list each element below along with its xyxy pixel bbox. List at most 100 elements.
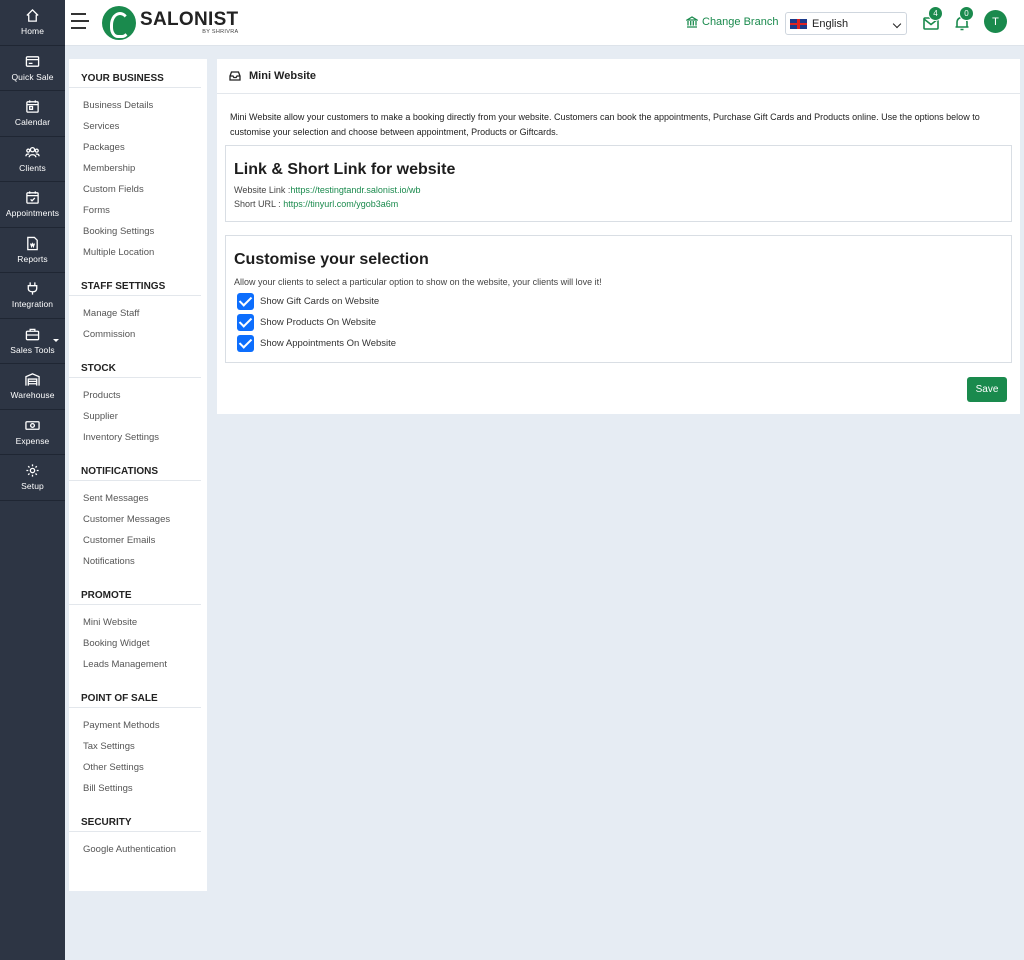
sidebar-item-inventory-settings[interactable]: Inventory Settings xyxy=(69,427,207,448)
sidebar-item-mini-website[interactable]: Mini Website xyxy=(69,612,207,633)
option-label: Show Appointments On Website xyxy=(260,338,397,349)
sidebar-item-google-authentication[interactable]: Google Authentication xyxy=(69,839,207,860)
money-icon xyxy=(25,420,40,430)
website-link[interactable]: https://testingtandr.salonist.io/wb xyxy=(290,185,420,195)
sidebar-item-notifications[interactable]: Notifications xyxy=(69,551,207,572)
sidebar-item-packages[interactable]: Packages xyxy=(69,137,207,158)
logo-name: SALONIST xyxy=(140,9,239,31)
rail-label: Quick Sale xyxy=(11,71,54,82)
sidebar-item-tax-settings[interactable]: Tax Settings xyxy=(69,736,207,757)
hamburger-menu-icon[interactable] xyxy=(71,13,89,31)
rail-label: Calendar xyxy=(14,117,51,128)
calendar-icon xyxy=(26,100,39,114)
sidebar-item-leads-management[interactable]: Leads Management xyxy=(69,654,207,675)
rail-label: Sales Tools xyxy=(10,344,55,355)
notification-count-badge: 0 xyxy=(959,6,974,21)
checkbox-checked[interactable] xyxy=(237,335,254,352)
mail-button[interactable]: 4 xyxy=(922,6,943,32)
short-url-link[interactable]: https://tinyurl.com/ygob3a6m xyxy=(283,199,398,209)
section-title-stock: STOCK xyxy=(69,357,201,378)
rail-item-warehouse[interactable]: Warehouse xyxy=(0,364,65,410)
rail-item-setup[interactable]: Setup xyxy=(0,455,65,501)
rail-label: Reports xyxy=(17,253,48,264)
page-title: Mini Website xyxy=(249,70,317,82)
mini-website-panel: Mini Website Mini Website allow your cus… xyxy=(217,59,1020,414)
sidebar-item-products[interactable]: Products xyxy=(69,385,207,406)
option-appointments[interactable]: Show Appointments On Website xyxy=(226,333,1011,354)
avatar[interactable]: T xyxy=(984,10,1007,33)
sidebar-item-custom-fields[interactable]: Custom Fields xyxy=(69,179,207,200)
rail-item-expense[interactable]: Expense xyxy=(0,410,65,455)
chevron-down-icon xyxy=(892,19,902,29)
sidebar-item-customer-emails[interactable]: Customer Emails xyxy=(69,530,207,551)
sidebar-item-commission[interactable]: Commission xyxy=(69,324,207,345)
sidebar-item-booking-widget[interactable]: Booking Widget xyxy=(69,633,207,654)
section-title-promote: PROMOTE xyxy=(69,584,201,605)
option-products[interactable]: Show Products On Website xyxy=(226,312,1011,333)
rail-item-calendar[interactable]: Calendar xyxy=(0,91,65,137)
rail-label: Home xyxy=(20,26,45,37)
briefcase-icon xyxy=(25,328,40,341)
language-select[interactable]: English xyxy=(785,12,907,35)
option-gift-cards[interactable]: Show Gift Cards on Website xyxy=(226,291,1011,312)
clients-icon xyxy=(25,146,40,158)
app-rail: Home Quick Sale Calendar Clients Appoint… xyxy=(0,0,65,960)
sidebar-item-other-settings[interactable]: Other Settings xyxy=(69,757,207,778)
option-label: Show Products On Website xyxy=(260,317,376,328)
sidebar-item-membership[interactable]: Membership xyxy=(69,158,207,179)
links-card: Link & Short Link for website Website Li… xyxy=(225,145,1012,222)
rail-item-clients[interactable]: Clients xyxy=(0,137,65,182)
panel-header: Mini Website xyxy=(217,59,1020,94)
customise-card: Customise your selection Allow your clie… xyxy=(225,235,1012,363)
sidebar-item-payment-methods[interactable]: Payment Methods xyxy=(69,715,207,736)
sidebar-item-multiple-location[interactable]: Multiple Location xyxy=(69,242,207,263)
sidebar-item-sent-messages[interactable]: Sent Messages xyxy=(69,488,207,509)
rail-item-quick-sale[interactable]: Quick Sale xyxy=(0,46,65,91)
sidebar-item-booking-settings[interactable]: Booking Settings xyxy=(69,221,207,242)
save-button[interactable]: Save xyxy=(967,377,1007,402)
sidebar-item-bill-settings[interactable]: Bill Settings xyxy=(69,778,207,799)
gear-icon xyxy=(26,464,39,477)
section-title-staff-settings: STAFF SETTINGS xyxy=(69,275,201,296)
rail-label: Appointments xyxy=(5,208,60,219)
language-value: English xyxy=(812,17,849,30)
settings-sidebar: YOUR BUSINESS Business Details Services … xyxy=(69,59,207,891)
rail-item-integration[interactable]: Integration xyxy=(0,273,65,319)
rail-item-sales-tools[interactable]: Sales Tools xyxy=(0,319,65,364)
warehouse-icon xyxy=(25,373,40,386)
quick-sale-icon xyxy=(25,55,40,67)
customise-subtitle: Allow your clients to select a particula… xyxy=(234,277,602,287)
mail-count-badge: 4 xyxy=(928,6,943,21)
rail-label: Integration xyxy=(11,299,54,310)
short-url-row: Short URL : https://tinyurl.com/ygob3a6m xyxy=(226,199,1011,209)
rail-label: Setup xyxy=(21,481,44,492)
top-header: SALONIST BY SHRIVRA Change Branch Englis… xyxy=(65,0,1024,46)
change-branch-link[interactable]: Change Branch xyxy=(686,16,778,28)
rail-item-reports[interactable]: Reports xyxy=(0,228,65,273)
short-url-label: Short URL : xyxy=(234,199,284,209)
sidebar-item-forms[interactable]: Forms xyxy=(69,200,207,221)
uk-flag-icon xyxy=(790,18,807,29)
logo-subtitle: BY SHRIVRA xyxy=(202,29,239,36)
sidebar-item-manage-staff[interactable]: Manage Staff xyxy=(69,303,207,324)
rail-item-home[interactable]: Home xyxy=(0,0,65,46)
reports-icon xyxy=(27,236,38,250)
customise-heading: Customise your selection xyxy=(234,251,429,268)
sidebar-item-customer-messages[interactable]: Customer Messages xyxy=(69,509,207,530)
checkbox-checked[interactable] xyxy=(237,314,254,331)
checkbox-checked[interactable] xyxy=(237,293,254,310)
links-heading: Link & Short Link for website xyxy=(234,161,456,178)
section-title-notifications: NOTIFICATIONS xyxy=(69,460,201,481)
sidebar-item-supplier[interactable]: Supplier xyxy=(69,406,207,427)
website-link-label: Website Link : xyxy=(234,185,291,195)
sidebar-item-business-details[interactable]: Business Details xyxy=(69,95,207,116)
section-title-your-business: YOUR BUSINESS xyxy=(69,67,201,88)
brand-logo[interactable]: SALONIST BY SHRIVRA xyxy=(102,6,238,40)
bank-icon xyxy=(686,16,698,28)
notifications-button[interactable]: 0 xyxy=(953,6,974,32)
section-title-security: SECURITY xyxy=(69,811,201,832)
rail-item-appointments[interactable]: Appointments xyxy=(0,182,65,228)
section-title-point-of-sale: POINT OF SALE xyxy=(69,687,201,708)
rail-label: Expense xyxy=(15,435,50,446)
sidebar-item-services[interactable]: Services xyxy=(69,116,207,137)
